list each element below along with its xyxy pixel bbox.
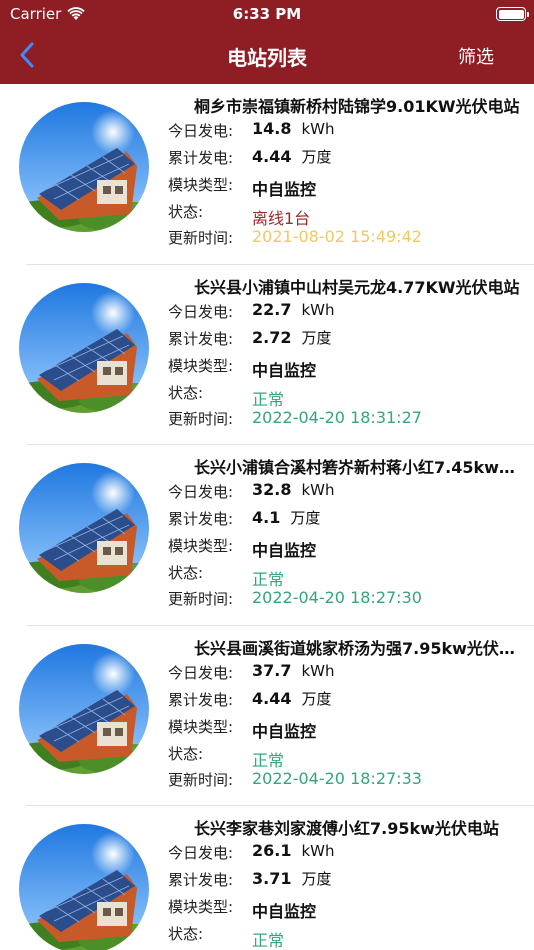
total-generation-value: 4.44 万度 xyxy=(252,147,332,166)
station-thumbnail xyxy=(19,282,149,413)
total-generation-value: 2.72 万度 xyxy=(252,327,332,347)
today-generation-unit: kWh xyxy=(301,120,335,138)
solar-roof-image xyxy=(19,463,149,593)
update-time-label: 更新时间: xyxy=(168,590,234,608)
today-generation-value: 26.1 kWh xyxy=(252,841,335,860)
today-generation-value: 14.8 kWh xyxy=(252,119,335,138)
station-list-item[interactable]: 长兴李家巷刘家渡傅小红7.95kw光伏电站 今日发电: 26.1 kWh 累计发电… xyxy=(0,806,534,950)
station-list-item[interactable]: 长兴小浦镇合溪村箬岕新村蒋小红7.45kw光伏电站 今日发电: 32.8kWh … xyxy=(0,445,534,626)
module-type-value: 中自监控 xyxy=(252,902,317,921)
status-label: 状态: xyxy=(168,744,204,763)
total-generation-label: 累计发电: xyxy=(168,510,234,528)
status-value: 正常 xyxy=(252,570,285,589)
station-name: 长兴县画溪街道姚家桥汤为强7.95kw光伏电站 xyxy=(194,638,524,658)
today-generation-label: 今日发电: xyxy=(168,663,234,682)
status-time: 6:33 PM xyxy=(232,5,302,23)
page-title: 电站列表 xyxy=(227,46,307,70)
station-list-item[interactable]: 长兴县小浦镇中山村吴元龙4.77KW光伏电站 今日发电: 22.7 kWh 累计发… xyxy=(0,265,534,445)
update-time-label: 更新时间: xyxy=(168,409,234,428)
today-generation-value: 32.8 kWh xyxy=(252,480,335,499)
update-time-value: 2022-04-20 18:27:33 xyxy=(252,768,422,788)
filter-button[interactable]: 筛选 xyxy=(458,43,494,69)
update-time-value: 2022-04-20 18:27:30 xyxy=(252,588,422,607)
module-type-label: 模块类型: xyxy=(168,356,234,375)
status-value: 正常 xyxy=(252,750,285,770)
total-generation-label: 累计发电: xyxy=(168,871,234,889)
today-generation-label: 今日发电: xyxy=(168,302,234,321)
status-label: 状态: xyxy=(168,383,204,402)
navigation-bar: 电站列表 筛选 xyxy=(0,28,534,84)
module-type-label: 模块类型: xyxy=(168,717,234,736)
status-value: 离线1台 xyxy=(252,209,311,228)
total-generation-unit: 万度 xyxy=(301,148,332,166)
station-list-item[interactable]: 桐乡市崇福镇新桥村陆锦学9.01KW光伏电站 今日发电: 14.8 kWh 累计发… xyxy=(0,84,534,265)
station-thumbnail xyxy=(19,463,149,593)
station-name: 长兴李家巷刘家渡傅小红7.95kw光伏电站 xyxy=(194,819,499,838)
total-generation-unit: 万度 xyxy=(301,689,332,708)
today-generation-unit: kWh xyxy=(301,300,335,319)
today-generation-unit: kWh xyxy=(301,842,335,860)
module-type-value: 中自监控 xyxy=(252,360,317,380)
station-thumbnail xyxy=(19,102,149,232)
module-type-value: 中自监控 xyxy=(252,721,317,741)
solar-roof-image xyxy=(19,282,149,413)
station-name: 长兴小浦镇合溪村箬岕新村蒋小红7.45kw光伏电站 xyxy=(194,458,524,477)
total-generation-unit: 万度 xyxy=(301,870,332,888)
station-thumbnail xyxy=(19,824,149,950)
total-generation-label: 累计发电: xyxy=(168,329,234,348)
today-generation-value: 37.7 kWh xyxy=(252,660,335,680)
station-name: 长兴县小浦镇中山村吴元龙4.77KW光伏电站 xyxy=(194,277,520,297)
station-thumbnail xyxy=(19,643,149,774)
today-generation-label: 今日发电: xyxy=(168,122,234,140)
status-label: 状态: xyxy=(168,203,204,221)
status-bar: Carrier 6:33 PM xyxy=(0,0,534,28)
total-generation-value: 4.1 万度 xyxy=(252,508,321,527)
status-value: 正常 xyxy=(252,931,285,950)
module-type-label: 模块类型: xyxy=(168,176,234,194)
status-value: 正常 xyxy=(252,389,285,409)
total-generation-label: 累计发电: xyxy=(168,690,234,709)
station-name: 桐乡市崇福镇新桥村陆锦学9.01KW光伏电站 xyxy=(194,97,520,116)
total-generation-unit: 万度 xyxy=(301,328,332,347)
solar-roof-image xyxy=(19,824,149,950)
status-label: 状态: xyxy=(168,564,204,582)
update-time-value: 2022-04-20 18:31:27 xyxy=(252,407,422,427)
total-generation-value: 4.44 万度 xyxy=(252,688,332,708)
battery-icon xyxy=(496,7,529,21)
today-generation-unit: kWh xyxy=(301,661,335,680)
total-generation-label: 累计发电: xyxy=(168,149,234,167)
module-type-label: 模块类型: xyxy=(168,898,234,916)
station-list: 桐乡市崇福镇新桥村陆锦学9.01KW光伏电站 今日发电: 14.8 kWh 累计发… xyxy=(0,84,534,950)
update-time-label: 更新时间: xyxy=(168,229,234,247)
app-header: Carrier 6:33 PM 电站列表 筛选 xyxy=(0,0,534,84)
module-type-label: 模块类型: xyxy=(168,537,234,555)
solar-roof-image xyxy=(19,102,149,232)
today-generation-value: 22.7 kWh xyxy=(252,299,335,319)
today-generation-unit: kWh xyxy=(301,481,335,499)
station-list-item[interactable]: 长兴县画溪街道姚家桥汤为强7.95kw光伏电站 今日发电: 37.7 kWh 累计… xyxy=(0,626,534,806)
total-generation-unit: 万度 xyxy=(290,509,321,527)
module-type-value: 中自监控 xyxy=(252,541,317,560)
total-generation-value: 3.71 万度 xyxy=(252,869,332,888)
update-time-label: 更新时间: xyxy=(168,770,234,789)
solar-roof-image xyxy=(19,643,149,774)
module-type-value: 中自监控 xyxy=(252,180,317,199)
update-time-value: 2021-08-02 15:49:42 xyxy=(252,227,422,246)
today-generation-label: 今日发电: xyxy=(168,844,234,862)
today-generation-label: 今日发电: xyxy=(168,483,234,501)
status-label: 状态: xyxy=(168,925,204,943)
